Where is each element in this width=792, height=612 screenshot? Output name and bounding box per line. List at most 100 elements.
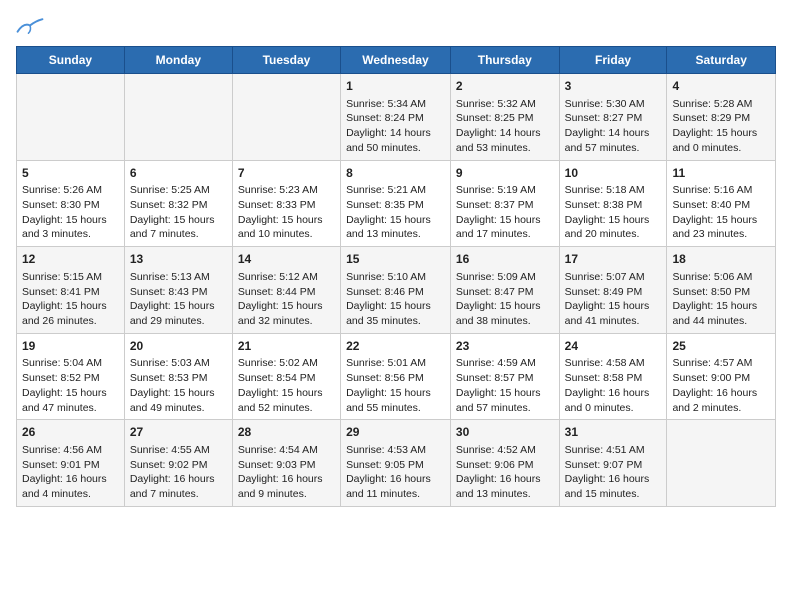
- day-info-line: and 38 minutes.: [456, 314, 554, 329]
- day-info-line: Sunrise: 5:13 AM: [130, 270, 227, 285]
- day-number: 3: [565, 78, 662, 95]
- calendar-week-row: 19Sunrise: 5:04 AMSunset: 8:52 PMDayligh…: [17, 333, 776, 420]
- day-info-line: Sunrise: 4:53 AM: [346, 443, 445, 458]
- day-info-line: and 2 minutes.: [672, 401, 770, 416]
- day-info-line: Sunrise: 5:06 AM: [672, 270, 770, 285]
- day-info-line: Daylight: 14 hours: [456, 126, 554, 141]
- day-info-line: Sunset: 8:44 PM: [238, 285, 335, 300]
- day-number: 16: [456, 251, 554, 268]
- calendar-cell: 20Sunrise: 5:03 AMSunset: 8:53 PMDayligh…: [124, 333, 232, 420]
- calendar-cell: 9Sunrise: 5:19 AMSunset: 8:37 PMDaylight…: [450, 160, 559, 247]
- day-info-line: and 35 minutes.: [346, 314, 445, 329]
- day-number: 19: [22, 338, 119, 355]
- day-info-line: and 13 minutes.: [456, 487, 554, 502]
- day-header-monday: Monday: [124, 47, 232, 74]
- day-info-line: and 57 minutes.: [565, 141, 662, 156]
- day-header-tuesday: Tuesday: [232, 47, 340, 74]
- day-info-line: Sunset: 8:47 PM: [456, 285, 554, 300]
- day-info-line: and 44 minutes.: [672, 314, 770, 329]
- calendar-cell: 24Sunrise: 4:58 AMSunset: 8:58 PMDayligh…: [559, 333, 667, 420]
- day-header-saturday: Saturday: [667, 47, 776, 74]
- day-info-line: and 3 minutes.: [22, 227, 119, 242]
- day-number: 12: [22, 251, 119, 268]
- day-info-line: and 7 minutes.: [130, 227, 227, 242]
- day-info-line: Sunset: 9:06 PM: [456, 458, 554, 473]
- calendar-cell: 5Sunrise: 5:26 AMSunset: 8:30 PMDaylight…: [17, 160, 125, 247]
- day-info-line: Sunset: 8:38 PM: [565, 198, 662, 213]
- day-info-line: Sunrise: 5:26 AM: [22, 183, 119, 198]
- day-info-line: Sunset: 8:43 PM: [130, 285, 227, 300]
- calendar-cell: 23Sunrise: 4:59 AMSunset: 8:57 PMDayligh…: [450, 333, 559, 420]
- day-number: 17: [565, 251, 662, 268]
- day-info-line: Sunrise: 5:12 AM: [238, 270, 335, 285]
- calendar-header-row: SundayMondayTuesdayWednesdayThursdayFrid…: [17, 47, 776, 74]
- day-info-line: Sunrise: 4:52 AM: [456, 443, 554, 458]
- day-info-line: and 49 minutes.: [130, 401, 227, 416]
- day-info-line: Sunset: 8:29 PM: [672, 111, 770, 126]
- day-info-line: Sunrise: 5:03 AM: [130, 356, 227, 371]
- day-info-line: Sunset: 9:07 PM: [565, 458, 662, 473]
- day-info-line: Sunrise: 5:07 AM: [565, 270, 662, 285]
- day-info-line: Daylight: 15 hours: [346, 299, 445, 314]
- day-info-line: and 13 minutes.: [346, 227, 445, 242]
- day-info-line: Sunrise: 5:16 AM: [672, 183, 770, 198]
- day-info-line: Sunset: 8:58 PM: [565, 371, 662, 386]
- day-info-line: and 20 minutes.: [565, 227, 662, 242]
- day-info-line: Sunrise: 5:34 AM: [346, 97, 445, 112]
- day-number: 10: [565, 165, 662, 182]
- calendar-cell: 30Sunrise: 4:52 AMSunset: 9:06 PMDayligh…: [450, 420, 559, 507]
- day-info-line: Sunset: 8:30 PM: [22, 198, 119, 213]
- calendar-table: SundayMondayTuesdayWednesdayThursdayFrid…: [16, 46, 776, 507]
- day-info-line: Sunset: 8:56 PM: [346, 371, 445, 386]
- day-header-thursday: Thursday: [450, 47, 559, 74]
- calendar-cell: 19Sunrise: 5:04 AMSunset: 8:52 PMDayligh…: [17, 333, 125, 420]
- day-info-line: Daylight: 15 hours: [22, 213, 119, 228]
- day-info-line: Sunrise: 5:32 AM: [456, 97, 554, 112]
- day-info-line: and 55 minutes.: [346, 401, 445, 416]
- day-info-line: Daylight: 16 hours: [456, 472, 554, 487]
- day-info-line: Daylight: 15 hours: [456, 299, 554, 314]
- calendar-cell: 7Sunrise: 5:23 AMSunset: 8:33 PMDaylight…: [232, 160, 340, 247]
- day-info-line: Sunset: 8:37 PM: [456, 198, 554, 213]
- day-number: 24: [565, 338, 662, 355]
- day-info-line: Sunset: 8:57 PM: [456, 371, 554, 386]
- day-info-line: Sunrise: 5:21 AM: [346, 183, 445, 198]
- day-info-line: Daylight: 16 hours: [346, 472, 445, 487]
- day-info-line: Daylight: 15 hours: [22, 299, 119, 314]
- day-info-line: Daylight: 15 hours: [346, 386, 445, 401]
- day-number: 14: [238, 251, 335, 268]
- day-info-line: Daylight: 15 hours: [238, 213, 335, 228]
- calendar-cell: 27Sunrise: 4:55 AMSunset: 9:02 PMDayligh…: [124, 420, 232, 507]
- day-info-line: Sunset: 8:24 PM: [346, 111, 445, 126]
- calendar-cell: 18Sunrise: 5:06 AMSunset: 8:50 PMDayligh…: [667, 247, 776, 334]
- day-info-line: Sunset: 9:05 PM: [346, 458, 445, 473]
- day-number: 7: [238, 165, 335, 182]
- day-info-line: and 7 minutes.: [130, 487, 227, 502]
- calendar-week-row: 26Sunrise: 4:56 AMSunset: 9:01 PMDayligh…: [17, 420, 776, 507]
- day-number: 23: [456, 338, 554, 355]
- day-info-line: Sunset: 8:54 PM: [238, 371, 335, 386]
- day-info-line: and 0 minutes.: [672, 141, 770, 156]
- calendar-cell: 2Sunrise: 5:32 AMSunset: 8:25 PMDaylight…: [450, 74, 559, 161]
- calendar-cell: 17Sunrise: 5:07 AMSunset: 8:49 PMDayligh…: [559, 247, 667, 334]
- day-info-line: Sunset: 9:01 PM: [22, 458, 119, 473]
- day-info-line: Sunrise: 4:51 AM: [565, 443, 662, 458]
- day-number: 1: [346, 78, 445, 95]
- day-info-line: Daylight: 14 hours: [565, 126, 662, 141]
- day-info-line: Daylight: 15 hours: [130, 213, 227, 228]
- day-info-line: and 10 minutes.: [238, 227, 335, 242]
- day-info-line: Sunset: 8:50 PM: [672, 285, 770, 300]
- day-info-line: Daylight: 16 hours: [22, 472, 119, 487]
- day-info-line: Sunset: 8:46 PM: [346, 285, 445, 300]
- calendar-cell: 25Sunrise: 4:57 AMSunset: 9:00 PMDayligh…: [667, 333, 776, 420]
- calendar-cell: [124, 74, 232, 161]
- day-info-line: Daylight: 15 hours: [456, 386, 554, 401]
- day-number: 29: [346, 424, 445, 441]
- day-info-line: Sunrise: 5:19 AM: [456, 183, 554, 198]
- calendar-cell: 4Sunrise: 5:28 AMSunset: 8:29 PMDaylight…: [667, 74, 776, 161]
- day-info-line: Sunset: 8:32 PM: [130, 198, 227, 213]
- day-info-line: Sunset: 8:33 PM: [238, 198, 335, 213]
- calendar-cell: 11Sunrise: 5:16 AMSunset: 8:40 PMDayligh…: [667, 160, 776, 247]
- day-number: 20: [130, 338, 227, 355]
- calendar-cell: 3Sunrise: 5:30 AMSunset: 8:27 PMDaylight…: [559, 74, 667, 161]
